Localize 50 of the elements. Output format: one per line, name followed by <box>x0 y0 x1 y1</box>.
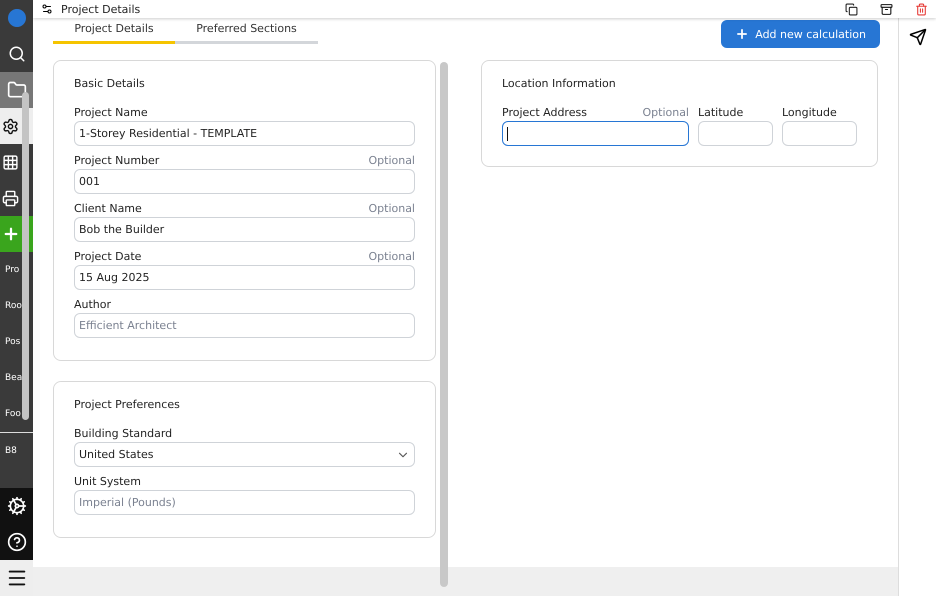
grid-icon[interactable] <box>2 154 19 170</box>
scrollbar[interactable] <box>22 92 29 420</box>
add-calculation-button[interactable]: Add new calculation <box>721 20 880 48</box>
sidebar-item[interactable]: Pro <box>5 265 20 275</box>
sidebar-item[interactable]: Roo <box>5 301 22 311</box>
scrollbar[interactable] <box>440 62 448 587</box>
input-field[interactable]: 001 <box>74 169 415 194</box>
sidebar-item[interactable]: Pos <box>5 337 20 347</box>
page-title: Project Details <box>61 2 142 16</box>
input-field[interactable]: 1-Storey Residential - TEMPLATE <box>74 121 415 146</box>
logo-icon[interactable] <box>8 9 26 27</box>
field-label: Latitude <box>698 106 744 119</box>
input-field[interactable]: Imperial (Pounds) <box>74 490 415 515</box>
field-label: Client Name <box>74 202 142 215</box>
card-title: Location Information <box>502 77 617 90</box>
field-label: Unit System <box>74 475 141 488</box>
plus-icon <box>735 27 750 41</box>
send-icon[interactable] <box>908 28 926 46</box>
input-field[interactable]: Bob the Builder <box>74 217 415 242</box>
text-cursor <box>507 126 508 140</box>
field-label: Project Name <box>74 106 148 119</box>
optional-label: Optional <box>368 154 415 167</box>
card-title: Basic Details <box>74 77 146 90</box>
delete-icon[interactable] <box>915 2 928 16</box>
field-label: Longitude <box>782 106 837 119</box>
sidebar-item[interactable]: Bea <box>5 373 22 383</box>
card-title: Project Preferences <box>74 398 181 411</box>
optional-label: Optional <box>368 202 415 215</box>
copy-icon[interactable] <box>845 2 858 16</box>
sidebar-item[interactable]: Foo <box>5 409 21 419</box>
plus-icon[interactable] <box>2 225 20 243</box>
input-field[interactable]: 15 Aug 2025 <box>74 265 415 290</box>
optional-label: Optional <box>642 106 689 119</box>
tab[interactable]: Project Details <box>53 20 175 44</box>
help-icon[interactable] <box>6 532 26 552</box>
field-label: Building Standard <box>74 427 172 440</box>
field-label: Project Address <box>502 106 587 119</box>
input-field[interactable]: Efficient Architect <box>74 313 415 338</box>
search-icon[interactable] <box>8 45 26 63</box>
optional-label: Optional <box>368 250 415 263</box>
field-label: Project Date <box>74 250 142 263</box>
sidebar-item[interactable]: B8 <box>5 446 17 456</box>
field-label: Project Number <box>74 154 160 167</box>
printer-icon[interactable] <box>2 190 19 206</box>
archive-icon[interactable] <box>880 2 893 16</box>
field-label: Author <box>74 298 112 311</box>
folder-icon[interactable] <box>6 80 26 100</box>
tab[interactable]: Preferred Sections <box>175 20 318 44</box>
dropdown-field[interactable]: United States <box>74 442 415 467</box>
input-field[interactable] <box>502 121 689 146</box>
